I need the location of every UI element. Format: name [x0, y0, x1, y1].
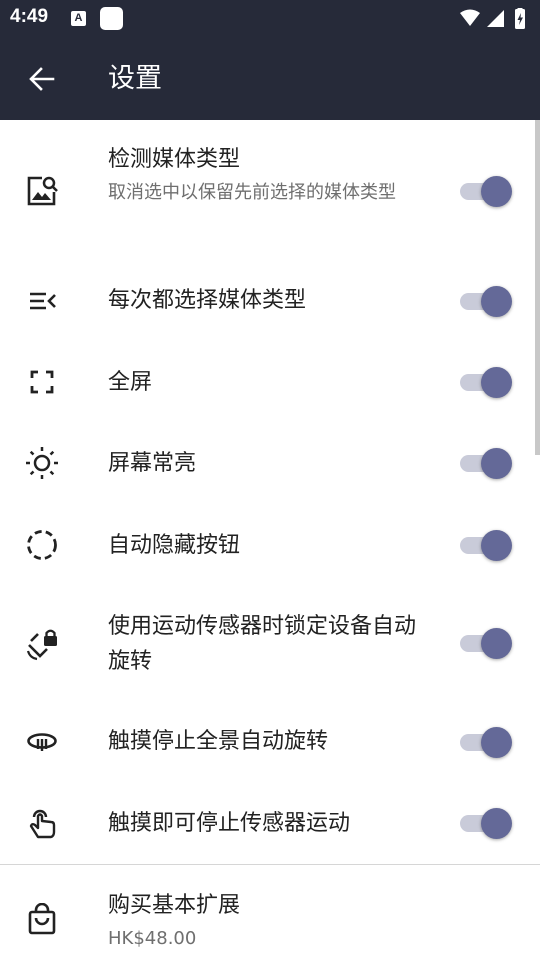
setting-lock-rotation-with-sensor[interactable]: 使用运动传感器时锁定设备自动旋转	[0, 587, 540, 700]
touch-app-icon	[24, 805, 60, 841]
scrollbar[interactable]	[535, 120, 540, 455]
always-choose-media-type-switch[interactable]	[460, 284, 512, 318]
keep-screen-on-switch[interactable]	[460, 446, 512, 480]
wifi-icon	[460, 9, 480, 26]
auto-hide-buttons-switch[interactable]	[460, 528, 512, 562]
setting-detect-media-type[interactable]: 检测媒体类型 取消选中以保留先前选择的媒体类型	[0, 120, 540, 259]
setting-always-choose-media-type[interactable]: 每次都选择媒体类型	[0, 259, 540, 342]
touch-stop-panorama-rotation-switch[interactable]	[460, 725, 512, 759]
setting-fullscreen[interactable]: 全屏	[0, 342, 540, 423]
purchase-basic-extension[interactable]: 购买基本扩展 HK$48.00	[0, 865, 540, 960]
image-search-icon	[24, 173, 60, 209]
setting-title: 自动隐藏按钮	[108, 533, 241, 558]
setting-touch-stop-panorama-rotation[interactable]: 触摸停止全景自动旋转	[0, 700, 540, 783]
lock-rotation-with-sensor-switch[interactable]	[460, 626, 512, 660]
screen-lock-rotation-icon	[24, 626, 60, 662]
purchase-title: 购买基本扩展	[108, 893, 241, 918]
setting-title: 每次都选择媒体类型	[108, 288, 307, 313]
battery-icon	[515, 8, 525, 29]
panorama-rotation-icon	[24, 724, 60, 760]
list-collapse-icon	[24, 283, 60, 319]
touch-stop-sensor-motion-switch[interactable]	[460, 806, 512, 840]
fullscreen-switch[interactable]	[460, 365, 512, 399]
detect-media-type-switch[interactable]	[460, 174, 512, 208]
brightness-icon	[24, 445, 60, 481]
fullscreen-icon	[24, 364, 60, 400]
setting-title: 检测媒体类型	[108, 147, 241, 172]
setting-title: 触摸停止全景自动旋转	[108, 729, 329, 754]
setting-touch-stop-sensor-motion[interactable]: 触摸即可停止传感器运动	[0, 783, 540, 864]
setting-title: 全屏	[108, 370, 153, 395]
status-time: 4:49	[10, 6, 49, 27]
shopping-bag-icon	[24, 901, 60, 937]
setting-summary: 取消选中以保留先前选择的媒体类型	[108, 182, 396, 203]
setting-title: 触摸即可停止传感器运动	[108, 811, 351, 836]
setting-auto-hide-buttons[interactable]: 自动隐藏按钮	[0, 504, 540, 587]
notification-a-icon: A	[71, 11, 86, 26]
signal-icon	[487, 10, 504, 27]
purchase-price: HK$48.00	[108, 928, 197, 949]
dashed-circle-icon	[24, 527, 60, 563]
notification-app-icon	[100, 7, 123, 30]
status-icons	[460, 8, 525, 29]
setting-title: 使用运动传感器时锁定设备自动旋转	[108, 614, 417, 674]
setting-title: 屏幕常亮	[108, 451, 197, 476]
page-title: 设置	[108, 63, 162, 94]
app-bar: 设置	[0, 38, 540, 120]
arrow-back-icon	[29, 67, 55, 91]
status-bar: 4:49 A	[0, 0, 540, 38]
setting-keep-screen-on[interactable]: 屏幕常亮	[0, 423, 540, 504]
back-button[interactable]	[18, 55, 66, 103]
